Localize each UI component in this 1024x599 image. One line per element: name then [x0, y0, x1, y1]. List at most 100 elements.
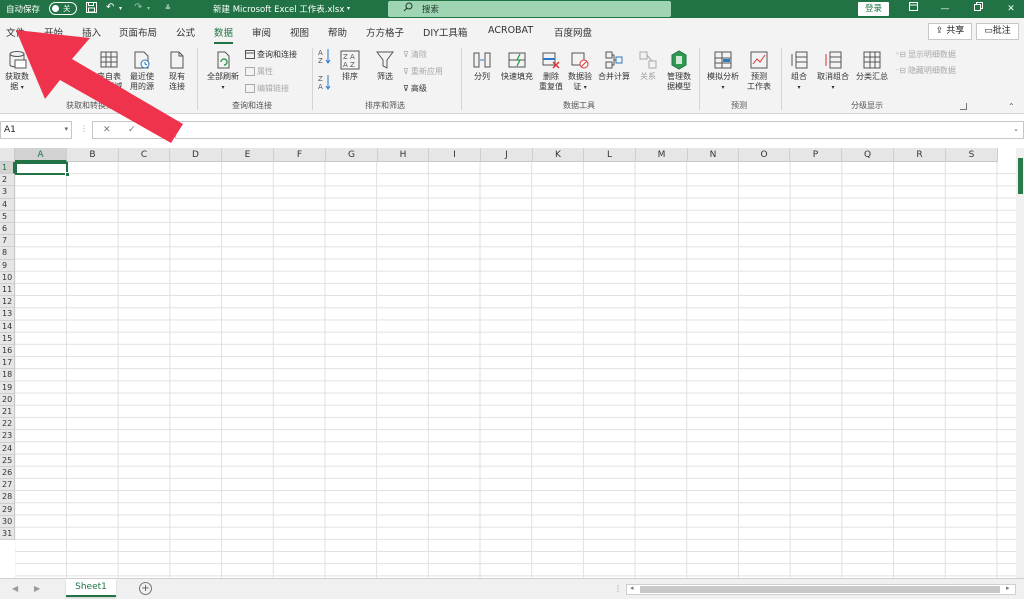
- tab-formulas[interactable]: 公式: [176, 25, 195, 39]
- row-header-29[interactable]: 29: [0, 503, 15, 516]
- row-header-1[interactable]: 1: [0, 162, 15, 175]
- row-header-2[interactable]: 2: [0, 174, 15, 187]
- row-header-25[interactable]: 25: [0, 454, 15, 467]
- advanced-filter-button[interactable]: ⊽ 高级: [403, 83, 427, 94]
- name-box[interactable]: A1 ▾: [0, 121, 72, 139]
- cell-area[interactable]: [15, 162, 1024, 578]
- tab-help[interactable]: 帮助: [328, 25, 347, 39]
- worksheet-grid[interactable]: ABCDEFGHIJKLMNOPQRS 1 2 3 4 5 6 7 8 9 10 11 12 13 14 1…: [0, 148, 1024, 578]
- row-header-5[interactable]: 5: [0, 210, 15, 223]
- row-header-19[interactable]: 19: [0, 381, 15, 394]
- refresh-all-button[interactable]: 全部刷新 ▾: [204, 50, 242, 93]
- tab-home[interactable]: 开始: [44, 25, 63, 39]
- column-header-h[interactable]: H: [378, 148, 429, 162]
- formula-input[interactable]: ⌄: [175, 121, 1024, 139]
- column-header-q[interactable]: Q: [842, 148, 894, 162]
- sort-button[interactable]: Z AA Z 排序: [338, 50, 362, 82]
- row-header-18[interactable]: 18: [0, 369, 15, 382]
- existing-connections-button[interactable]: 现有 连接: [163, 50, 191, 92]
- consolidate-button[interactable]: 合并计算: [596, 50, 632, 82]
- queries-connections-button[interactable]: 查询和连接: [245, 49, 297, 60]
- ungroup-button[interactable]: 取消组合 ▾: [814, 50, 852, 93]
- row-header-24[interactable]: 24: [0, 442, 15, 455]
- comments-button[interactable]: ▭批注: [976, 23, 1019, 40]
- tab-acrobat[interactable]: ACROBAT: [488, 25, 533, 36]
- column-header-p[interactable]: P: [790, 148, 842, 162]
- hide-detail-button[interactable]: ⁻⊟ 隐藏明细数据: [895, 65, 956, 76]
- row-header-27[interactable]: 27: [0, 479, 15, 492]
- row-header-3[interactable]: 3: [0, 186, 15, 199]
- row-header-14[interactable]: 14: [0, 320, 15, 333]
- row-header-4[interactable]: 4: [0, 198, 15, 211]
- reapply-button[interactable]: ⊽ 重新应用: [403, 66, 443, 77]
- undo-icon[interactable]: ↶: [106, 2, 114, 13]
- column-header-e[interactable]: E: [222, 148, 274, 162]
- restore-icon[interactable]: [970, 1, 986, 17]
- column-header-g[interactable]: G: [326, 148, 378, 162]
- title-dropdown-icon[interactable]: ▾: [347, 5, 350, 12]
- show-detail-button[interactable]: ⁺⊟ 显示明细数据: [895, 49, 956, 60]
- horizontal-scroll-thumb[interactable]: [640, 586, 1000, 593]
- tab-file[interactable]: 文件: [6, 25, 25, 39]
- row-header-16[interactable]: 16: [0, 345, 15, 358]
- tab-ffcell[interactable]: 方方格子: [366, 25, 404, 39]
- redo-dropdown-icon[interactable]: ▾: [147, 5, 150, 12]
- minimize-icon[interactable]: —: [937, 1, 953, 17]
- row-header-12[interactable]: 12: [0, 296, 15, 309]
- column-header-k[interactable]: K: [533, 148, 584, 162]
- forecast-sheet-button[interactable]: 预测 工作表: [744, 50, 774, 92]
- row-header-28[interactable]: 28: [0, 491, 15, 504]
- row-header-23[interactable]: 23: [0, 430, 15, 443]
- from-text-button[interactable]: 本: [34, 70, 48, 80]
- add-sheet-button[interactable]: +: [139, 582, 152, 595]
- column-header-l[interactable]: L: [584, 148, 636, 162]
- row-header-30[interactable]: 30: [0, 515, 15, 528]
- autosave-toggle[interactable]: 关: [49, 2, 77, 15]
- active-cell[interactable]: [15, 162, 70, 177]
- column-header-d[interactable]: D: [170, 148, 222, 162]
- recent-sources-button[interactable]: 最近使 用的源: [128, 50, 156, 92]
- undo-dropdown-icon[interactable]: ▾: [119, 5, 122, 12]
- tab-insert[interactable]: 插入: [82, 25, 101, 39]
- column-header-i[interactable]: I: [429, 148, 481, 162]
- vertical-scroll-thumb[interactable]: [1018, 158, 1023, 194]
- share-button[interactable]: ⇪ 共享: [928, 23, 972, 40]
- row-header-15[interactable]: 15: [0, 332, 15, 345]
- redo-icon[interactable]: ↷: [134, 2, 142, 13]
- customize-toolbar-icon[interactable]: ≚: [165, 4, 171, 12]
- column-header-b[interactable]: B: [67, 148, 119, 162]
- tab-diy-toolbox[interactable]: DIY工具箱: [423, 25, 467, 39]
- row-header-11[interactable]: 11: [0, 284, 15, 297]
- enter-icon[interactable]: ✓: [128, 125, 136, 135]
- row-header-26[interactable]: 26: [0, 467, 15, 480]
- clear-filter-button[interactable]: ⊽ 清除: [403, 49, 427, 60]
- row-header-21[interactable]: 21: [0, 406, 15, 419]
- outline-dialog-launcher-icon[interactable]: [960, 103, 967, 110]
- data-validation-button[interactable]: 数据验 证 ▾: [566, 50, 594, 93]
- row-header-22[interactable]: 22: [0, 418, 15, 431]
- row-header-10[interactable]: 10: [0, 271, 15, 284]
- row-header-7[interactable]: 7: [0, 235, 15, 248]
- close-icon[interactable]: ✕: [1003, 1, 1019, 17]
- get-data-button[interactable]: 获取数 据 ▾: [2, 50, 32, 93]
- group-button[interactable]: 组合 ▾: [786, 50, 812, 93]
- column-header-j[interactable]: J: [481, 148, 533, 162]
- edit-links-button[interactable]: 编辑链接: [245, 83, 289, 94]
- row-header-9[interactable]: 9: [0, 259, 15, 272]
- subtotal-button[interactable]: 分类汇总: [853, 50, 891, 82]
- remove-duplicates-button[interactable]: 删除 重复值: [537, 50, 565, 92]
- tab-page-layout[interactable]: 页面布局: [119, 25, 157, 39]
- column-header-a[interactable]: A: [15, 148, 67, 162]
- tab-review[interactable]: 审阅: [252, 25, 271, 39]
- tab-baidu-netdisk[interactable]: 百度网盘: [554, 25, 592, 39]
- cancel-icon[interactable]: ✕: [103, 125, 111, 135]
- select-all-corner[interactable]: [0, 148, 15, 162]
- row-header-6[interactable]: 6: [0, 223, 15, 236]
- column-header-n[interactable]: N: [688, 148, 739, 162]
- tab-view[interactable]: 视图: [290, 25, 309, 39]
- sort-ascending-button[interactable]: AZ: [317, 48, 333, 67]
- column-header-m[interactable]: M: [636, 148, 688, 162]
- flash-fill-button[interactable]: 快速填充: [498, 50, 536, 82]
- scroll-right-icon[interactable]: ▸: [1006, 584, 1010, 592]
- row-header-17[interactable]: 17: [0, 357, 15, 370]
